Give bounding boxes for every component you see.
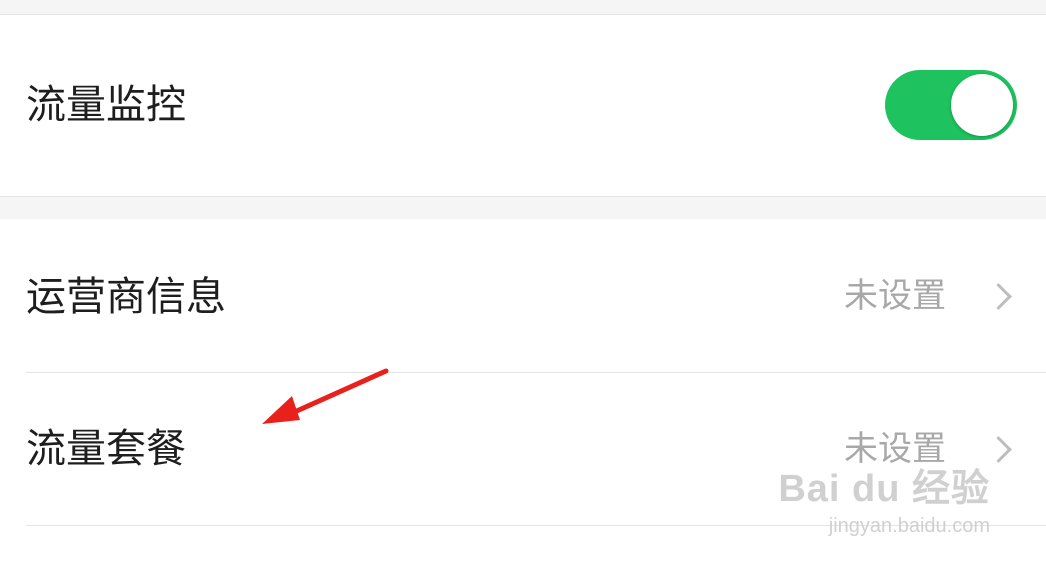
section-separator-middle: [0, 196, 1046, 220]
traffic-monitoring-row: 流量监控: [0, 15, 1046, 196]
carrier-info-row[interactable]: 运营商信息 未设置: [0, 219, 1046, 372]
traffic-monitoring-toggle[interactable]: [885, 70, 1017, 140]
chevron-right-icon: [985, 283, 1012, 310]
watermark-url: jingyan.baidu.com: [828, 515, 990, 537]
section-separator-top: [0, 0, 1046, 15]
carrier-info-value: 未设置: [844, 276, 946, 316]
data-plan-label: 流量套餐: [26, 426, 186, 472]
data-plan-value: 未设置: [844, 429, 946, 469]
traffic-monitoring-label: 流量监控: [26, 82, 186, 128]
carrier-info-label: 运营商信息: [26, 274, 226, 320]
watermark-brand: Bai du 经验: [778, 468, 990, 510]
traffic-settings-page: 流量监控 运营商信息 未设置 流量套餐 未设置 Bai du 经验 jingya…: [0, 0, 1046, 568]
chevron-right-icon: [985, 436, 1012, 463]
toggle-knob: [951, 74, 1013, 136]
baidu-watermark: Bai du 经验 jingyan.baidu.com: [778, 470, 990, 536]
